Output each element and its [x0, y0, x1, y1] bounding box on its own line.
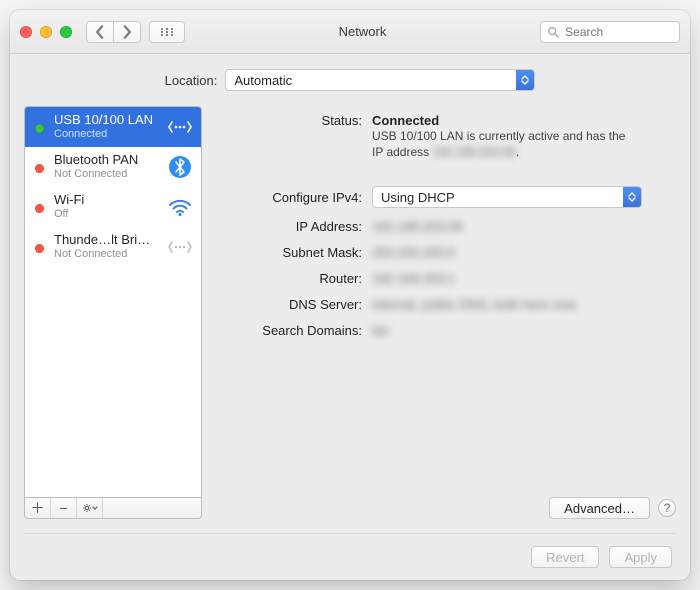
- service-list: USB 10/100 LANConnectedBluetooth PANNot …: [24, 106, 202, 497]
- service-status: Off: [54, 208, 157, 221]
- stepper-arrows-icon: [623, 187, 641, 207]
- sidebar-container: USB 10/100 LANConnectedBluetooth PANNot …: [24, 106, 202, 519]
- detail-pane: Status: Connected USB 10/100 LAN is curr…: [216, 106, 676, 519]
- remove-service-button[interactable]: −: [51, 498, 77, 518]
- chevron-left-icon: [93, 25, 107, 39]
- status-dot-icon: [35, 204, 44, 213]
- location-row: Location: Automatic: [10, 54, 690, 106]
- sidebar-footer-spacer: [103, 498, 201, 518]
- status-desc-line2-suffix: .: [516, 145, 519, 159]
- nav-back-forward: [86, 21, 141, 43]
- titlebar: Network: [10, 10, 690, 54]
- wifi-icon: [167, 194, 193, 220]
- status-dot-icon: [35, 124, 44, 133]
- grid-icon: [160, 25, 174, 39]
- detail-bottom-row: Advanced… ?: [216, 489, 676, 519]
- stepper-arrows-icon: [516, 70, 534, 90]
- apply-button[interactable]: Apply: [609, 546, 672, 568]
- service-item-ethernet-off[interactable]: Thunde…lt BridgeNot Connected: [25, 227, 201, 267]
- status-dot-icon: [35, 244, 44, 253]
- service-labels: Wi-FiOff: [54, 193, 157, 221]
- service-name: Thunde…lt Bridge: [54, 233, 157, 248]
- detail-row: DNS Server:internal, public DNS, both he…: [216, 290, 676, 316]
- gear-dropdown-icon: [81, 502, 99, 514]
- detail-row-value: internal, public DNS, both here now: [372, 294, 676, 312]
- chevron-right-icon: [120, 25, 134, 39]
- bluetooth-icon: [167, 154, 193, 180]
- search-input[interactable]: [563, 24, 673, 40]
- show-all-prefs-button[interactable]: [149, 21, 185, 43]
- service-actions-menu[interactable]: [77, 498, 103, 518]
- help-button[interactable]: ?: [658, 499, 676, 517]
- window-title: Network: [193, 24, 532, 39]
- status-value: Connected: [372, 113, 676, 128]
- status-dot-icon: [35, 164, 44, 173]
- close-window-button[interactable]: [20, 26, 32, 38]
- service-item-ethernet[interactable]: USB 10/100 LANConnected: [25, 107, 201, 147]
- apply-button-label: Apply: [624, 550, 657, 565]
- location-dropdown[interactable]: Automatic: [225, 69, 535, 91]
- forward-button[interactable]: [113, 21, 141, 43]
- back-button[interactable]: [86, 21, 113, 43]
- detail-value-rows: IP Address:192.168.203.58Subnet Mask:255…: [216, 212, 676, 342]
- service-labels: USB 10/100 LANConnected: [54, 113, 157, 141]
- service-name: Bluetooth PAN: [54, 153, 157, 168]
- detail-row-value: 192.168.203.58: [372, 216, 676, 234]
- advanced-button-label: Advanced…: [564, 501, 635, 516]
- search-icon: [547, 25, 559, 39]
- detail-row: IP Address:192.168.203.58: [216, 212, 676, 238]
- add-service-button[interactable]: ＋: [25, 498, 51, 518]
- ethernet-off-icon: [167, 234, 193, 260]
- detail-row: Search Domains:lan: [216, 316, 676, 342]
- service-status: Not Connected: [54, 168, 157, 181]
- network-prefpane-window: Network Location: Automatic USB 10/100 L…: [10, 10, 690, 580]
- configure-ipv4-dropdown[interactable]: Using DHCP: [372, 186, 642, 208]
- status-row: Status: Connected USB 10/100 LAN is curr…: [216, 106, 676, 164]
- configure-row: Configure IPv4: Using DHCP: [216, 182, 676, 212]
- status-desc-line2-prefix: IP address: [372, 145, 432, 159]
- service-labels: Thunde…lt BridgeNot Connected: [54, 233, 157, 261]
- configure-value: Using DHCP: [373, 190, 463, 205]
- detail-row-value: 192.168.203.1: [372, 268, 676, 286]
- ethernet-icon: [167, 114, 193, 140]
- detail-row-label: DNS Server:: [216, 294, 372, 312]
- status-value-block: Connected USB 10/100 LAN is currently ac…: [372, 110, 676, 160]
- detail-row-label: Subnet Mask:: [216, 242, 372, 260]
- service-item-wifi[interactable]: Wi-FiOff: [25, 187, 201, 227]
- service-name: Wi-Fi: [54, 193, 157, 208]
- revert-button-label: Revert: [546, 550, 584, 565]
- status-desc-line1: USB 10/100 LAN is currently active and h…: [372, 129, 625, 143]
- detail-row: Router:192.168.203.1: [216, 264, 676, 290]
- status-desc-ip-blurred: 192.168.203.58: [432, 145, 515, 159]
- status-label: Status:: [216, 110, 372, 128]
- detail-row-value: 255.255.255.0: [372, 242, 676, 260]
- detail-row-label: Router:: [216, 268, 372, 286]
- detail-row-label: Search Domains:: [216, 320, 372, 338]
- status-description: USB 10/100 LAN is currently active and h…: [372, 128, 676, 160]
- search-field[interactable]: [540, 21, 680, 43]
- advanced-button[interactable]: Advanced…: [549, 497, 650, 519]
- detail-row-label: IP Address:: [216, 216, 372, 234]
- service-name: USB 10/100 LAN: [54, 113, 157, 128]
- footer-row: Revert Apply: [10, 534, 690, 580]
- detail-row-value: lan: [372, 320, 676, 338]
- location-value: Automatic: [226, 73, 300, 88]
- service-status: Connected: [54, 128, 157, 141]
- service-list-footer: ＋ −: [24, 497, 202, 519]
- detail-row: Subnet Mask:255.255.255.0: [216, 238, 676, 264]
- configure-label: Configure IPv4:: [216, 190, 372, 205]
- zoom-window-button[interactable]: [60, 26, 72, 38]
- main-split: USB 10/100 LANConnectedBluetooth PANNot …: [10, 106, 690, 533]
- service-labels: Bluetooth PANNot Connected: [54, 153, 157, 181]
- location-label: Location:: [165, 73, 218, 88]
- service-item-bluetooth[interactable]: Bluetooth PANNot Connected: [25, 147, 201, 187]
- service-status: Not Connected: [54, 248, 157, 261]
- minimize-window-button[interactable]: [40, 26, 52, 38]
- traffic-lights: [20, 26, 72, 38]
- revert-button[interactable]: Revert: [531, 546, 599, 568]
